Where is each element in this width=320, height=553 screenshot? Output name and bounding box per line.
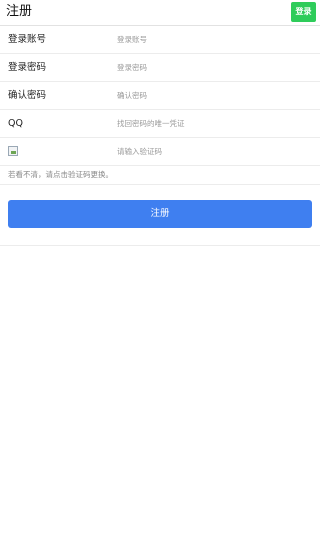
- confirm-password-input[interactable]: [113, 87, 314, 104]
- qq-row: QQ: [0, 110, 320, 138]
- password-input[interactable]: [113, 59, 314, 76]
- page-title: 注册: [6, 4, 33, 19]
- account-input[interactable]: [113, 31, 314, 48]
- qq-label: QQ: [8, 118, 23, 129]
- password-row: 登录密码: [0, 54, 320, 82]
- password-label: 登录密码: [8, 62, 47, 73]
- register-form: 登录账号 登录密码 确认密码 QQ: [0, 26, 320, 166]
- captcha-hint: 若看不清，请点击验证码更换。: [0, 166, 320, 185]
- submit-section: 注册: [0, 185, 320, 246]
- login-button[interactable]: 登录: [291, 2, 316, 22]
- captcha-input[interactable]: [113, 143, 314, 160]
- confirm-password-row: 确认密码: [0, 82, 320, 110]
- account-label: 登录账号: [8, 34, 47, 45]
- register-button[interactable]: 注册: [8, 200, 312, 228]
- account-row: 登录账号: [0, 26, 320, 54]
- captcha-row: [0, 138, 320, 165]
- captcha-image-icon[interactable]: [8, 146, 18, 156]
- confirm-password-label: 确认密码: [8, 90, 47, 101]
- qq-input[interactable]: [113, 115, 314, 132]
- app-header: 注册 登录: [0, 0, 320, 26]
